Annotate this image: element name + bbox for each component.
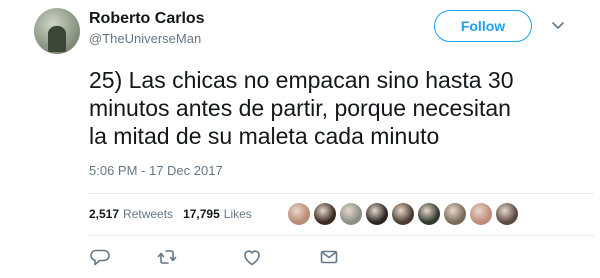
retweets-label: Retweets <box>123 207 174 221</box>
tweet-actions <box>89 246 349 270</box>
tweet-text: 25) Las chicas no empacan sino hasta 30 … <box>89 67 514 149</box>
liker-avatar[interactable] <box>418 203 440 225</box>
tweet-stats: 2,517 Retweets 17,795 Likes <box>89 207 262 221</box>
likes-label: Likes <box>223 207 252 221</box>
timestamp[interactable]: 5:06 PM - 17 Dec 2017 <box>89 163 223 178</box>
chevron-down-icon[interactable] <box>551 18 565 32</box>
liker-avatars <box>288 203 522 225</box>
liker-avatar[interactable] <box>366 203 388 225</box>
liker-avatar[interactable] <box>470 203 492 225</box>
liker-avatar[interactable] <box>314 203 336 225</box>
username[interactable]: @TheUniverseMan <box>89 31 201 46</box>
divider <box>89 235 594 236</box>
follow-button[interactable]: Follow <box>434 10 532 42</box>
envelope-icon[interactable] <box>318 246 340 268</box>
liker-avatar[interactable] <box>496 203 518 225</box>
tweet-card: Roberto Carlos @TheUniverseMan Follow 25… <box>0 0 600 278</box>
liker-avatar[interactable] <box>392 203 414 225</box>
retweet-icon[interactable] <box>156 246 178 268</box>
reply-icon[interactable] <box>89 246 111 268</box>
avatar[interactable] <box>34 8 80 54</box>
liker-avatar[interactable] <box>288 203 310 225</box>
liker-avatar[interactable] <box>340 203 362 225</box>
retweets-count: 2,517 <box>89 207 120 221</box>
likes-stat[interactable]: 17,795 Likes <box>183 207 252 221</box>
liker-avatar[interactable] <box>444 203 466 225</box>
heart-icon[interactable] <box>241 246 263 268</box>
display-name[interactable]: Roberto Carlos <box>89 10 205 28</box>
likes-count: 17,795 <box>183 207 220 221</box>
divider <box>89 193 594 194</box>
retweets-stat[interactable]: 2,517 Retweets <box>89 207 173 221</box>
